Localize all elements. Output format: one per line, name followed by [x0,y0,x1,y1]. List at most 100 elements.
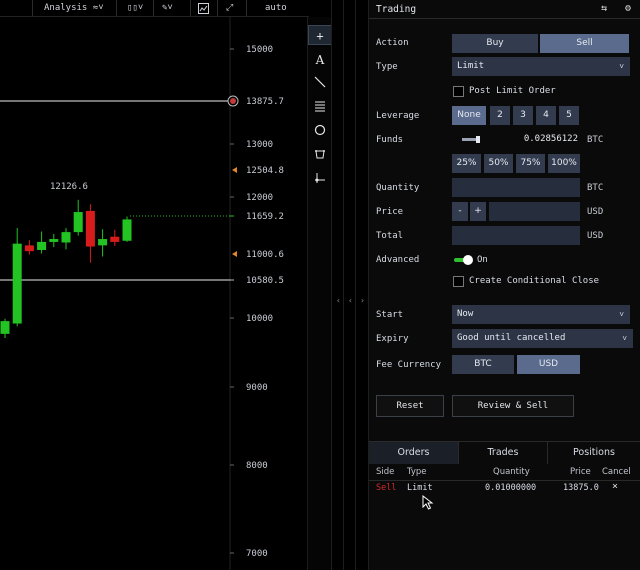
start-select[interactable]: Now ˅ [452,305,630,324]
leverage-4-button[interactable]: 4 [536,106,556,125]
leverage-3-button[interactable]: 3 [513,106,533,125]
toolbar-divider [217,0,218,17]
fullscreen-icon[interactable]: ⤢ [226,3,233,13]
leverage-5-button[interactable]: 5 [559,106,579,125]
trading-header: Trading ⇆ ⚙ [369,0,640,19]
fee-btc-button[interactable]: BTC [452,355,514,374]
indicators-icon: ≈˅ [92,3,104,13]
swap-icon[interactable]: ⇆ [597,3,611,16]
collapse-left-icon[interactable]: ‹ [336,296,341,305]
price-input[interactable] [489,202,580,221]
percent-75-button[interactable]: 75% [516,154,545,173]
conditional-close-checkbox[interactable] [453,276,464,287]
crosshair-tool-icon[interactable]: + [308,25,332,45]
candle-up [12,243,22,324]
chart-screenshot-icon[interactable] [198,3,209,17]
chevron-down-icon: ˅ [137,3,144,13]
candle-down [110,236,120,242]
conditional-close-label: Create Conditional Close [469,276,600,286]
quantity-label: Quantity [376,183,420,193]
candlestick-icon: ▯▯ [127,3,138,13]
order-side: Sell [376,483,397,493]
buy-button[interactable]: Buy [452,34,538,53]
rectangle-tool-icon[interactable] [308,146,332,166]
collapse-left-icon[interactable]: ‹ [348,296,353,305]
price-label: Price [376,207,404,217]
column-header-type: Type [407,467,427,477]
y-tick-label: 13000 [246,140,273,150]
tab-trades[interactable]: Trades [459,442,548,464]
order-type-value: Limit [457,61,485,71]
expiry-select[interactable]: Good until cancelled ˅ [452,329,633,348]
trading-panel: Trading ⇆ ⚙ Action Buy Sell Type Limit ˅… [369,0,640,570]
advanced-label: Advanced [376,255,420,265]
high-annotation: 12126.6 [50,182,88,192]
candle-up [37,241,47,250]
price-decrement-button[interactable]: - [452,202,468,221]
funds-slider-handle[interactable] [476,136,480,143]
price-line-label: 11000.6 [246,250,284,260]
toolbar-divider [153,0,154,17]
advanced-state: On [477,255,488,265]
start-label: Start [376,310,404,320]
percent-100-button[interactable]: 100% [548,154,580,173]
order-type-select[interactable]: Limit ˅ [452,57,630,76]
price-line-label: 13875.7 [246,97,284,107]
leverage-label: Leverage [376,111,420,121]
circle-tool-icon[interactable] [308,122,332,142]
draw-button[interactable]: ✎˅ [162,3,173,13]
panel-splitter[interactable]: ‹ ‹ › [331,0,369,570]
analysis-button[interactable]: Analysis ≈˅ [44,3,104,13]
quantity-unit: BTC [587,183,604,193]
price-line-label: 11659.2 [246,212,284,222]
advanced-toggle-knob[interactable] [463,255,473,265]
candle-up [73,212,83,233]
text-tool-icon[interactable]: A [308,50,332,70]
chart-canvas[interactable]: 15000 13000 12000 10000 9000 8000 7000 13875.7… [0,17,309,570]
chevron-down-icon: ˅ [622,334,627,343]
expiry-label: Expiry [376,334,409,344]
price-line-handle-dot [230,98,236,104]
percent-25-button[interactable]: 25% [452,154,481,173]
toolbar-divider [32,0,33,17]
candle-up [98,239,108,246]
sell-button[interactable]: Sell [540,34,629,53]
reset-button[interactable]: Reset [376,395,444,417]
candle-up [122,219,132,241]
total-input[interactable] [452,226,580,245]
tab-positions[interactable]: Positions [548,442,640,464]
mouse-cursor-icon [422,495,434,510]
price-increment-button[interactable]: + [470,202,486,221]
leverage-2-button[interactable]: 2 [490,106,510,125]
gear-icon[interactable]: ⚙ [621,3,635,16]
total-unit: USD [587,231,604,241]
leverage-none-button[interactable]: None [452,106,486,125]
measure-tool-icon[interactable] [308,170,332,190]
fee-usd-button[interactable]: USD [517,355,580,374]
price-alert-arrow [232,167,237,173]
post-limit-checkbox[interactable] [453,86,464,97]
funds-slider[interactable]: 0.02856122 [452,130,580,149]
tab-orders[interactable]: Orders [369,442,459,464]
orders-tabs: Orders Trades Positions [369,441,640,464]
price-chart[interactable]: Analysis ≈˅ ▯▯˅ ✎˅ ⤢ auto 15000 13000 1200… [0,0,332,570]
cancel-order-icon[interactable]: × [612,481,618,492]
percent-50-button[interactable]: 50% [484,154,513,173]
trend-line-tool-icon[interactable] [308,74,332,94]
column-header-price: Price [570,467,591,477]
y-tick-label: 12000 [246,193,273,203]
auto-scale-button[interactable]: auto [265,3,287,13]
toolbar-divider [190,0,191,17]
drawing-tools: + A [307,17,332,570]
price-line-label: 12504.8 [246,166,284,176]
expand-right-icon[interactable]: › [360,296,365,305]
horizontal-lines-tool-icon[interactable] [308,98,332,118]
y-tick-label: 10000 [246,314,273,324]
candle-type-button[interactable]: ▯▯˅ [127,3,143,13]
review-sell-button[interactable]: Review & Sell [452,395,574,417]
funds-label: Funds [376,135,404,145]
order-price: 13875.0 [563,483,599,493]
quantity-input[interactable] [452,178,580,197]
order-quantity: 0.01000000 [485,483,537,493]
divider-line [331,0,332,570]
